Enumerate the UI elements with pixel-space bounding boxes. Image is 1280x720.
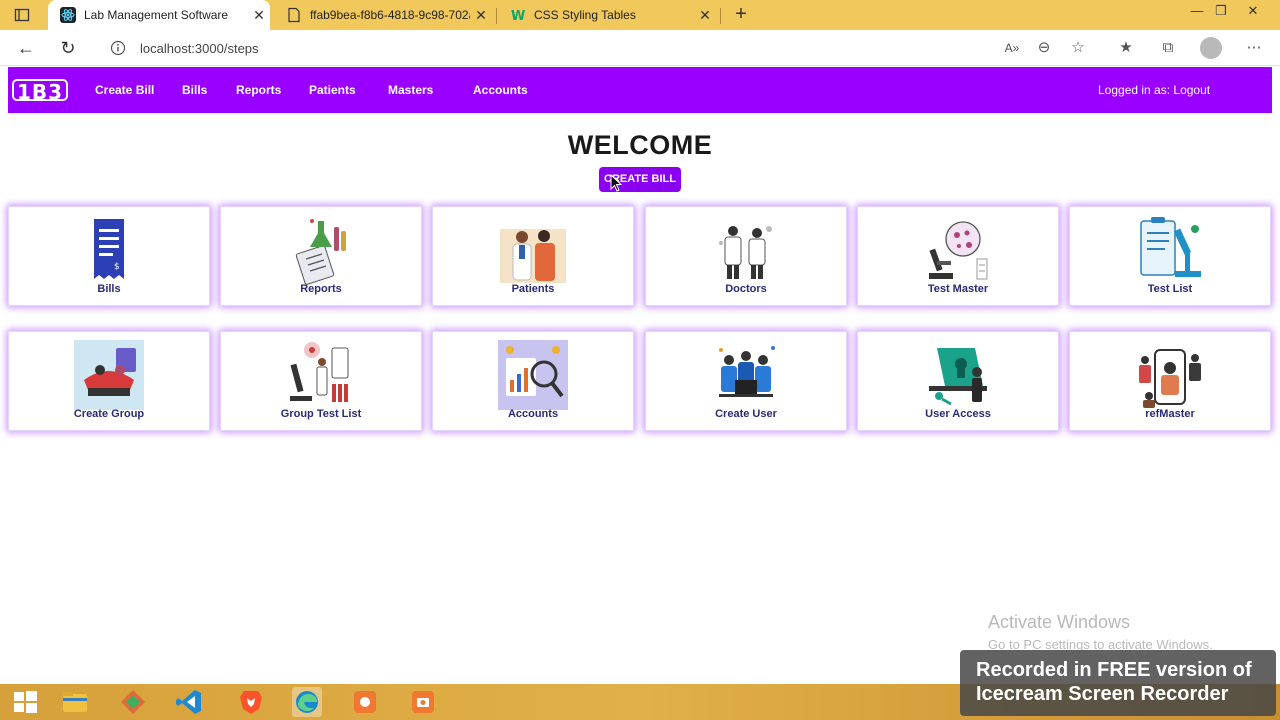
group-test-icon [290, 342, 349, 402]
tab-css-styling[interactable]: W CSS Styling Tables ✕ [498, 0, 716, 30]
close-window-icon[interactable]: ✕ [1240, 0, 1266, 30]
vscode-icon[interactable] [174, 687, 204, 717]
microscope-icon [929, 221, 988, 280]
close-tab-icon[interactable]: ✕ [470, 7, 492, 24]
refresh-icon[interactable]: ↻ [56, 36, 80, 60]
create-group-icon [74, 340, 144, 410]
activate-windows-watermark: Activate Windows Go to PC settings to ac… [988, 612, 1213, 652]
back-icon[interactable]: ← [14, 36, 38, 60]
zoom-icon[interactable]: ⊖ [1034, 38, 1054, 58]
close-tab-icon[interactable]: ✕ [694, 7, 716, 24]
card-ref-master[interactable]: refMaster [1069, 331, 1271, 431]
recorder-line-2: Icecream Screen Recorder [976, 683, 1229, 705]
tab-lab-management[interactable]: Lab Management Software ✕ [48, 0, 270, 30]
profile-avatar[interactable] [1200, 37, 1222, 59]
ref-master-icon [1139, 349, 1201, 408]
svg-text:W: W [511, 9, 525, 23]
card-patients[interactable]: Patients [432, 206, 634, 306]
card-label: Create User [715, 408, 777, 420]
card-label: Doctors [725, 283, 767, 295]
create-user-icon [719, 346, 775, 397]
card-label: Group Test List [280, 408, 362, 420]
card-test-list[interactable]: Test List [1069, 206, 1271, 306]
collections-icon[interactable]: ⧉ [1158, 38, 1178, 58]
mouse-cursor-icon [610, 174, 622, 192]
react-favicon-icon [60, 7, 76, 23]
recorder-watermark: Recorded in FREE version of Icecream Scr… [960, 650, 1276, 716]
test-list-icon [1140, 217, 1201, 277]
card-label: User Access [925, 408, 991, 420]
add-favorite-icon[interactable]: ☆ [1068, 38, 1088, 58]
lab-report-icon [295, 219, 346, 285]
card-label: Accounts [507, 408, 559, 420]
restore-icon[interactable]: ❐ [1208, 0, 1234, 30]
doctors-icon [719, 226, 772, 279]
card-group-test-list[interactable]: Group Test List [220, 331, 422, 431]
nav-bills[interactable]: Bills [182, 83, 207, 97]
favorites-icon[interactable]: ★ [1116, 38, 1136, 58]
close-tab-icon[interactable]: ✕ [248, 7, 270, 24]
page-favicon-icon [288, 7, 300, 23]
nav-patients[interactable]: Patients [309, 83, 356, 97]
browser-tabstrip: Lab Management Software ✕ ffab9bea-f8b6-… [0, 0, 1280, 30]
screenshot-tool-icon[interactable] [408, 687, 438, 717]
card-user-access[interactable]: User Access [857, 331, 1059, 431]
card-accounts[interactable]: Accounts [432, 331, 634, 431]
w3schools-favicon-icon: W [511, 9, 525, 23]
more-menu-icon[interactable]: ⋯ [1244, 38, 1264, 58]
tab-uuid[interactable]: ffab9bea-f8b6-4818-9c98-702a ✕ [274, 0, 492, 30]
url-text: localhost:3000/steps [140, 41, 259, 56]
tab-separator [496, 8, 497, 24]
file-explorer-icon[interactable] [60, 687, 90, 717]
card-create-user[interactable]: Create User [645, 331, 847, 431]
card-reports[interactable]: Reports [220, 206, 422, 306]
brave-browser-icon[interactable] [236, 687, 266, 717]
svg-text:$: $ [114, 262, 120, 272]
logged-in-logout[interactable]: Logged in as: Logout [1098, 83, 1210, 97]
info-icon[interactable] [110, 40, 126, 56]
card-bills[interactable]: $ Bills [8, 206, 210, 306]
activate-title: Activate Windows [988, 612, 1131, 632]
minimize-icon[interactable]: — [1184, 0, 1210, 30]
card-test-master[interactable]: Test Master [857, 206, 1059, 306]
app-logo[interactable]: 1B3 [12, 79, 69, 103]
accounts-icon [498, 340, 568, 410]
url-field[interactable]: localhost:3000/steps [96, 34, 1146, 62]
bill-receipt-icon: $ [94, 219, 124, 279]
card-doctors[interactable]: Doctors [645, 206, 847, 306]
card-create-group[interactable]: Create Group [8, 331, 210, 431]
tab-separator [720, 8, 721, 24]
nav-create-bill[interactable]: Create Bill [95, 83, 154, 97]
address-bar-row: ← ↻ localhost:3000/steps A» ⊖ ☆ ★ ⧉ ⋯ [0, 30, 1280, 66]
windows-start-icon[interactable] [10, 687, 40, 717]
screen-recorder-icon[interactable] [350, 687, 380, 717]
card-label: refMaster [1145, 408, 1195, 420]
page-title: WELCOME [567, 130, 713, 160]
card-label: Reports [300, 283, 342, 295]
nav-reports[interactable]: Reports [236, 83, 281, 97]
recorder-line-1: Recorded in FREE version of [976, 659, 1252, 681]
tab-title: Lab Management Software [84, 8, 229, 22]
app-navbar: 1B3 Create Bill Bills Reports Patients M… [8, 67, 1272, 113]
read-aloud-icon[interactable]: A» [1002, 38, 1022, 58]
tab-title: ffab9bea-f8b6-4818-9c98-702a [310, 8, 470, 22]
nav-accounts[interactable]: Accounts [473, 83, 528, 97]
card-label: Create Group [73, 408, 145, 420]
tab-actions-icon[interactable] [14, 7, 30, 23]
card-label: Test List [1147, 283, 1193, 295]
nav-masters[interactable]: Masters [388, 83, 433, 97]
edge-browser-icon[interactable] [292, 687, 322, 717]
card-label: Bills [97, 283, 121, 295]
new-tab-icon[interactable]: + [730, 4, 752, 26]
patient-doctor-icon [500, 229, 566, 283]
card-label: Patients [511, 283, 555, 295]
app-diamond-icon[interactable] [118, 687, 148, 717]
user-access-icon [929, 348, 987, 406]
tab-title: CSS Styling Tables [534, 8, 636, 22]
card-label: Test Master [927, 283, 989, 295]
